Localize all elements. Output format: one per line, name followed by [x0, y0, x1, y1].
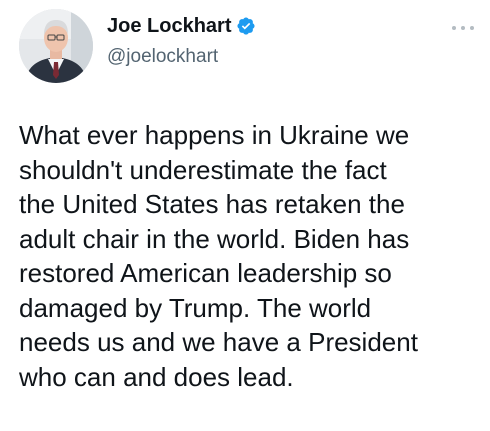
- tweet-text: What ever happens in Ukraine we shouldn'…: [19, 120, 418, 392]
- author-avatar[interactable]: [19, 9, 93, 83]
- author-display-name[interactable]: Joe Lockhart: [107, 14, 231, 38]
- more-dot: [461, 26, 465, 30]
- tweet-card: Joe Lockhart @joelockhart What ever happ…: [0, 0, 490, 431]
- author-name-row[interactable]: Joe Lockhart: [107, 14, 256, 38]
- more-dot: [470, 26, 474, 30]
- profile-photo: [19, 9, 93, 83]
- verified-badge-icon: [236, 16, 256, 36]
- author-handle[interactable]: @joelockhart: [107, 46, 218, 68]
- more-dot: [452, 26, 456, 30]
- more-options-icon[interactable]: [452, 22, 474, 34]
